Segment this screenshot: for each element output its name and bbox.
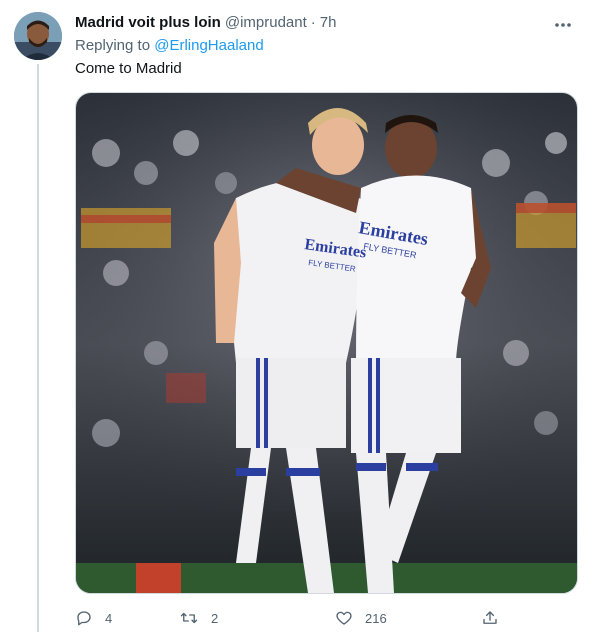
tweet-header: Madrid voit plus loin @imprudant · 7h [75,13,575,33]
share-icon [481,609,499,627]
thread-connector-line [37,64,39,632]
replying-mention-link[interactable]: @ErlingHaaland [154,37,263,54]
separator-dot: · [310,14,316,31]
share-button[interactable] [481,609,499,627]
reply-button[interactable]: 4 [75,609,112,627]
reply-count: 4 [105,610,113,626]
timestamp[interactable]: 7h [320,13,337,33]
tweet-text: Come to Madrid [75,60,182,77]
user-handle[interactable]: @imprudant [225,13,307,33]
tweet-media-image[interactable]: Emirates FLY BETTER Emirates FLY BETTER [75,92,578,594]
avatar[interactable] [14,12,62,60]
retweet-count: 2 [211,610,219,626]
retweet-button[interactable]: 2 [179,609,218,627]
like-button[interactable]: 216 [335,609,387,627]
like-icon [335,609,353,627]
more-options-button[interactable] [551,15,575,33]
retweet-icon [179,609,199,627]
replying-to: Replying to @ErlingHaaland [75,36,264,56]
replying-prefix: Replying to [75,37,151,54]
reply-icon [75,609,93,627]
tweet-actions: 4 2 216 [75,606,505,630]
display-name[interactable]: Madrid voit plus loin [75,13,221,33]
like-count: 216 [365,610,387,626]
more-icon [554,14,572,34]
